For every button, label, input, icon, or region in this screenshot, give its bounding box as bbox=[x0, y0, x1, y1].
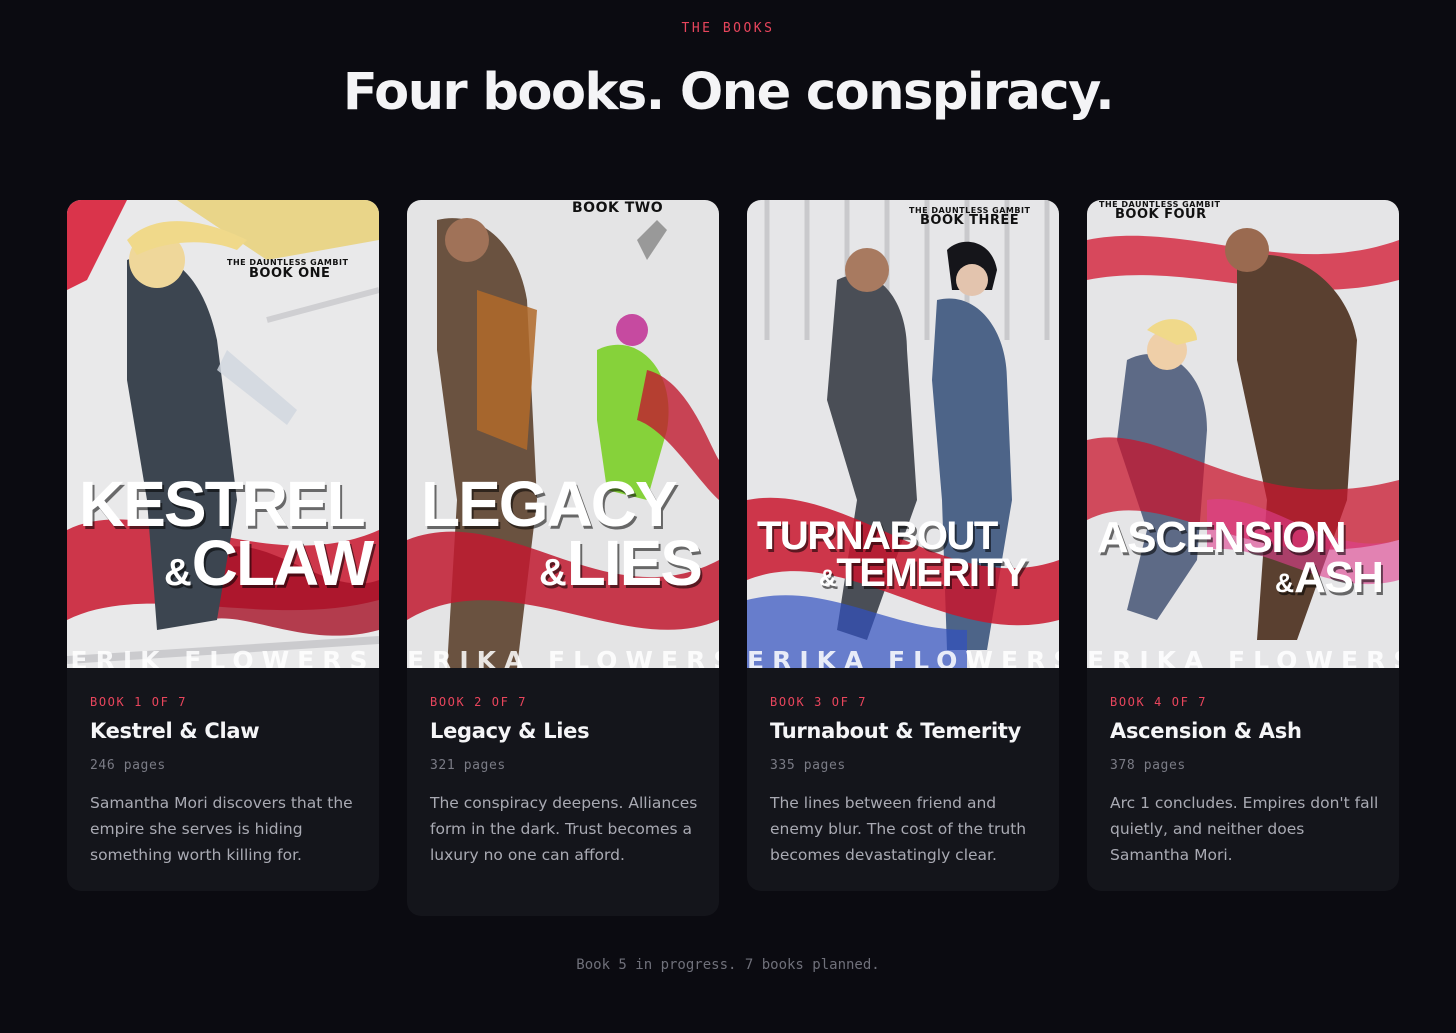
cover-book-number: BOOK THREE bbox=[920, 213, 1020, 228]
book-description: Samantha Mori discovers that the empire … bbox=[90, 794, 353, 864]
cover-title-line-2: &ASH bbox=[1097, 556, 1384, 600]
book-description: The conspiracy deepens. Alliances form i… bbox=[430, 794, 698, 864]
cover-title-line-1: TURNABOUT bbox=[757, 514, 998, 558]
book-card-2[interactable]: BOOK TWO LEGACY &LIES ERIKA FLOWERS BOOK… bbox=[407, 200, 719, 916]
cover-title-line-1: ASCENSION bbox=[1097, 513, 1347, 562]
book-cover-4[interactable]: THE DAUNTLESS GAMBIT BOOK FOUR ASCENSION… bbox=[1087, 200, 1399, 668]
book-card-3[interactable]: THE DAUNTLESS GAMBIT BOOK THREE TURNABOU… bbox=[747, 200, 1059, 891]
section-eyebrow: THE BOOKS bbox=[681, 21, 775, 36]
book-page-count: 321 pages bbox=[430, 758, 506, 773]
cover-title: LEGACY &LIES bbox=[421, 468, 703, 595]
cover-title: ASCENSION &ASH bbox=[1097, 513, 1384, 600]
book-cover-2[interactable]: BOOK TWO LEGACY &LIES ERIKA FLOWERS bbox=[407, 200, 719, 668]
cover-title-word-2: LIES bbox=[566, 526, 703, 599]
book-page-count: 378 pages bbox=[1110, 758, 1186, 773]
book-description: The lines between friend and enemy blur.… bbox=[770, 794, 1027, 864]
cover-author: ERIKA FLOWERS bbox=[407, 646, 719, 668]
book-title[interactable]: Legacy & Lies bbox=[430, 719, 590, 743]
cover-title: TURNABOUT &TEMERITY bbox=[757, 514, 1028, 593]
cover-title-line-2: &TEMERITY bbox=[757, 553, 1028, 593]
cover-title-line-2: &LIES bbox=[421, 531, 703, 595]
cover-title-line-1: KESTREL bbox=[79, 468, 366, 540]
book-cover-3[interactable]: THE DAUNTLESS GAMBIT BOOK THREE TURNABOU… bbox=[747, 200, 1059, 668]
book-page-count: 246 pages bbox=[90, 758, 166, 773]
book-number-label: BOOK 3 OF 7 bbox=[770, 695, 868, 709]
cover-author: ERIKA FLOWERS bbox=[747, 646, 1059, 668]
book-cover-1[interactable]: THE DAUNTLESS GAMBIT BOOK ONE KESTREL &C… bbox=[67, 200, 379, 668]
book-title[interactable]: Kestrel & Claw bbox=[90, 719, 260, 743]
book-title[interactable]: Turnabout & Temerity bbox=[770, 719, 1021, 743]
book-card-4[interactable]: THE DAUNTLESS GAMBIT BOOK FOUR ASCENSION… bbox=[1087, 200, 1399, 891]
cover-title-word-2: TEMERITY bbox=[836, 550, 1028, 595]
book-number-label: BOOK 2 OF 7 bbox=[430, 695, 528, 709]
book-number-label: BOOK 1 OF 7 bbox=[90, 695, 188, 709]
book-description: Arc 1 concludes. Empires don't fall quie… bbox=[1110, 794, 1379, 864]
cover-author: ERIK FLOWERS bbox=[70, 646, 376, 668]
series-progress-note: Book 5 in progress. 7 books planned. bbox=[576, 957, 880, 973]
cover-title-amp: & bbox=[819, 564, 837, 592]
cover-title-line-2: &CLAW bbox=[79, 531, 374, 595]
section-headline: Four books. One conspiracy. bbox=[342, 63, 1115, 122]
cover-art-3 bbox=[747, 200, 1059, 668]
cover-title-amp: & bbox=[164, 550, 192, 594]
cover-title-amp: & bbox=[539, 550, 567, 594]
book-number-label: BOOK 4 OF 7 bbox=[1110, 695, 1208, 709]
cover-book-number: BOOK TWO bbox=[572, 200, 664, 216]
cover-title: KESTREL &CLAW bbox=[79, 468, 374, 595]
cover-author: ERIKA FLOWERS bbox=[1087, 646, 1399, 668]
cover-title-amp: & bbox=[1275, 568, 1295, 599]
book-card-1[interactable]: THE DAUNTLESS GAMBIT BOOK ONE KESTREL &C… bbox=[67, 200, 379, 891]
cover-book-number: BOOK ONE bbox=[249, 266, 331, 281]
cover-title-line-1: LEGACY bbox=[421, 468, 678, 540]
cover-book-number: BOOK FOUR bbox=[1115, 207, 1207, 222]
cover-title-word-2: ASH bbox=[1294, 553, 1384, 603]
cover-title-word-2: CLAW bbox=[191, 526, 374, 599]
book-title[interactable]: Ascension & Ash bbox=[1110, 719, 1302, 743]
book-page-count: 335 pages bbox=[770, 758, 846, 773]
